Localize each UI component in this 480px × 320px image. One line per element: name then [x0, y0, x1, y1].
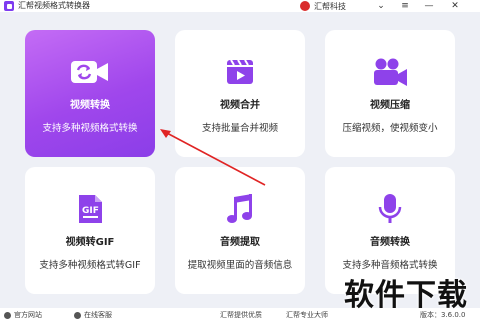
menu-icon[interactable]: ≡	[398, 0, 412, 12]
dropdown-chevron-icon[interactable]: ⌄	[374, 0, 388, 12]
gif-file-icon: GIF	[68, 193, 112, 225]
microphone-icon	[368, 193, 412, 225]
card-description: 支持批量合并视频	[201, 123, 278, 134]
svg-text:GIF: GIF	[82, 206, 99, 216]
card-title: 音频转换	[370, 237, 410, 248]
card-video-compress[interactable]: 视频压缩 压缩视频，使视频变小	[325, 30, 455, 157]
card-title: 视频压缩	[370, 100, 410, 111]
card-description: 支持多种视频格式转GIF	[39, 260, 141, 271]
card-description: 支持多种音频格式转换	[342, 260, 438, 271]
website-link[interactable]: 官方网站	[4, 310, 42, 320]
card-title: 音频提取	[220, 237, 260, 248]
card-title: 视频合并	[220, 100, 260, 111]
app-title: 汇帮视频格式转换器	[18, 1, 90, 10]
brand-area: 汇帮科技	[300, 0, 346, 12]
card-video-to-gif[interactable]: GIF 视频转GIF 支持多种视频格式转GIF	[25, 167, 155, 294]
card-video-merge[interactable]: 视频合并 支持批量合并视频	[175, 30, 305, 157]
card-audio-extract[interactable]: 音频提取 提取视频里面的音频信息	[175, 167, 305, 294]
app-logo-icon	[4, 1, 14, 11]
clapperboard-icon	[218, 56, 262, 88]
chat-icon	[74, 311, 81, 319]
footer-slogan-2: 汇帮专业大师	[286, 311, 328, 319]
brand-name: 汇帮科技	[314, 1, 346, 11]
card-title: 视频转GIF	[65, 237, 115, 248]
card-description: 压缩视频，使视频变小	[342, 123, 438, 134]
close-button[interactable]: ✕	[448, 0, 462, 12]
watermark-text: 软件下载	[344, 278, 468, 313]
support-link[interactable]: 在线客服	[74, 310, 112, 320]
minimize-button[interactable]: —	[422, 0, 436, 12]
footer-slogan-1: 汇帮提供优质	[220, 311, 262, 319]
card-description: 支持多种视频格式转换	[42, 123, 138, 134]
video-convert-icon	[68, 56, 112, 88]
card-title: 视频转换	[70, 100, 110, 111]
card-description: 提取视频里面的音频信息	[187, 260, 293, 271]
movie-camera-icon	[368, 56, 412, 88]
brand-logo-icon	[300, 1, 310, 11]
music-note-icon	[218, 193, 262, 225]
card-video-convert[interactable]: 视频转换 支持多种视频格式转换	[25, 30, 155, 157]
globe-icon	[4, 311, 11, 319]
